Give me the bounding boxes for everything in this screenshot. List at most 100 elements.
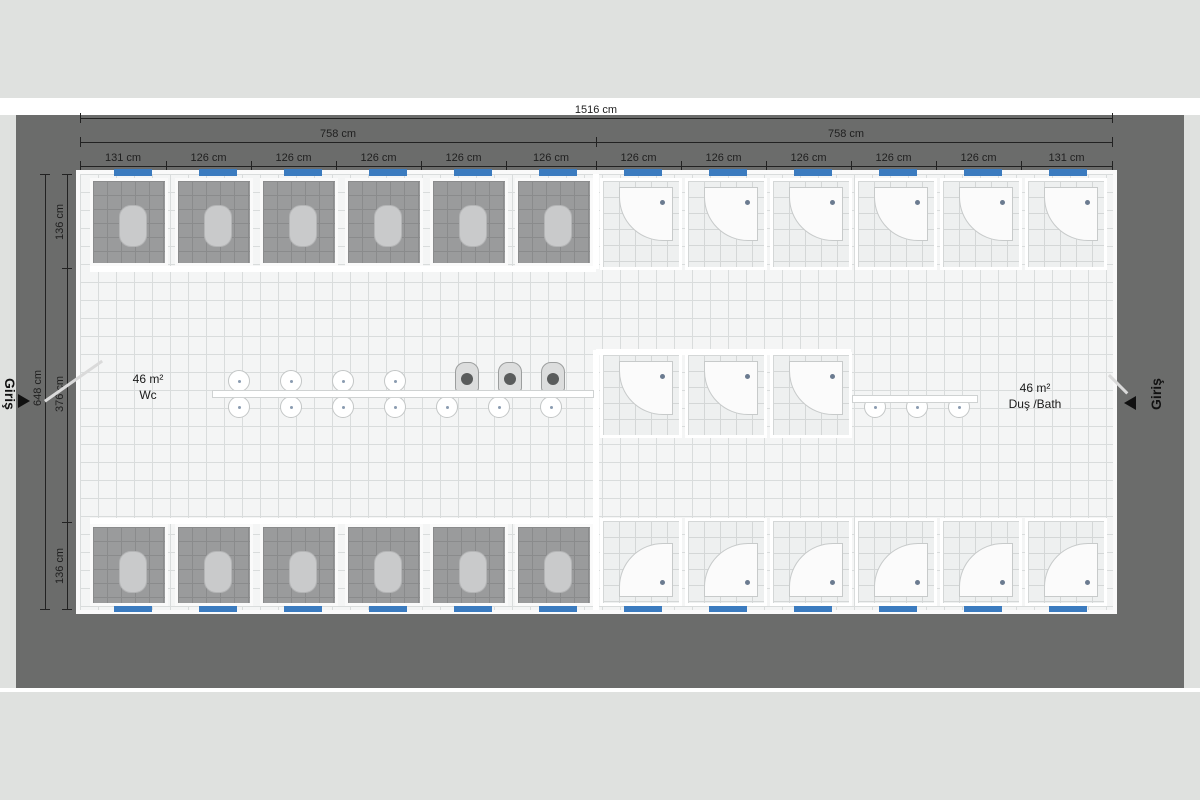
dimension-tick [40,609,50,610]
drain-icon [660,200,665,205]
shower-tray-icon [789,187,843,241]
module-width-label: 126 cm [705,152,742,164]
drain-icon [745,374,750,379]
drain-icon [660,374,665,379]
urinal-bowl [504,373,516,385]
washbasin-icon [384,396,406,418]
left-entrance-label: Giriş [1,378,18,410]
bath-area-label: 46 m² Duş /Bath [995,380,1075,412]
dimension-tick [766,161,767,171]
drain-icon [830,200,835,205]
squat-toilet-icon [544,551,572,593]
shower-cubicle [600,518,682,606]
toilet-cubicle [345,178,423,266]
shower-cubicle [770,352,852,438]
window [369,605,407,612]
module-width-label: 126 cm [960,152,997,164]
window [454,169,492,176]
washbasin-icon [280,396,302,418]
shower-tray-icon [959,187,1013,241]
urinal-icon [498,362,522,392]
module-width-label: 126 cm [532,152,570,164]
drain-icon [1000,200,1005,205]
shower-cubicle [600,352,682,438]
window [369,169,407,176]
toilet-cubicle [260,178,338,266]
module-width-label: 126 cm [620,152,657,164]
washbasin-icon [332,396,354,418]
module-width-label: 126 cm [875,152,912,164]
shower-tray-icon [704,543,758,597]
window [964,169,1002,176]
squat-toilet-icon [204,205,232,247]
wc-corridor-wall-bottom [90,518,596,524]
dimension-tick [62,522,72,523]
washbasin-icon [488,396,510,418]
window [709,605,747,612]
toilet-cubicle [430,178,508,266]
urinal-icon [455,362,479,392]
dimension-tick [166,161,167,171]
module-width-label: 131 cm [1048,152,1085,164]
window [199,169,237,176]
shower-tray-icon [619,543,673,597]
toilet-cubicle [175,178,253,266]
shower-tray-icon [789,361,843,415]
section-depth-dimension-line [67,174,68,610]
toilet-cubicle [90,524,168,606]
shower-tray-icon [704,187,758,241]
shower-cubicle [855,178,937,270]
floor-plan: 1516 cm 758 cm 758 cm 131 cm 126 cm 126 cm… [0,0,1200,800]
squat-toilet-icon [289,551,317,593]
toilet-cubicle [175,524,253,606]
drain-icon [915,200,920,205]
washbasin-icon [540,396,562,418]
dimension-tick [80,113,81,123]
shower-cubicle [770,178,852,270]
toilet-cubicle [260,524,338,606]
shower-cubicle [770,518,852,606]
dimension-tick [1112,113,1113,123]
right-entrance-label: Giriş [1147,378,1164,410]
drain-icon [660,580,665,585]
dimension-tick [596,161,597,171]
module-width-label: 126 cm [275,152,312,164]
wc-washbasin-counter [212,390,594,398]
dimension-tick [851,161,852,171]
washbasin-icon [280,370,302,392]
window [539,605,577,612]
dimension-tick [1021,161,1022,171]
bottom-band [0,688,1200,692]
total-width-label: 1516 cm [574,104,618,116]
drain-icon [745,580,750,585]
shower-tray-icon [704,361,758,415]
dimension-tick [62,268,72,269]
squat-toilet-icon [119,551,147,593]
dimension-tick [936,161,937,171]
squat-toilet-icon [374,551,402,593]
dimension-tick [62,174,72,175]
shower-tray-icon [874,543,928,597]
squat-toilet-icon [119,205,147,247]
drain-icon [1085,580,1090,585]
shower-tray-icon [619,187,673,241]
window [624,169,662,176]
washbasin-icon [228,396,250,418]
bath-area-name: Duş /Bath [1008,397,1062,411]
shower-cubicle [600,178,682,270]
shower-tray-icon [959,543,1013,597]
window [879,169,917,176]
half-width-label-left: 758 cm [319,128,357,140]
drain-icon [1000,580,1005,585]
window [794,169,832,176]
shower-tray-icon [874,187,928,241]
toilet-cubicle [430,524,508,606]
depth-section-label-bottom: 136 cm [54,547,67,585]
dimension-tick [62,609,72,610]
window [879,605,917,612]
dimension-tick [421,161,422,171]
module-width-label: 126 cm [360,152,397,164]
window [539,169,577,176]
shower-cubicle [1025,178,1107,270]
squat-toilet-icon [374,205,402,247]
